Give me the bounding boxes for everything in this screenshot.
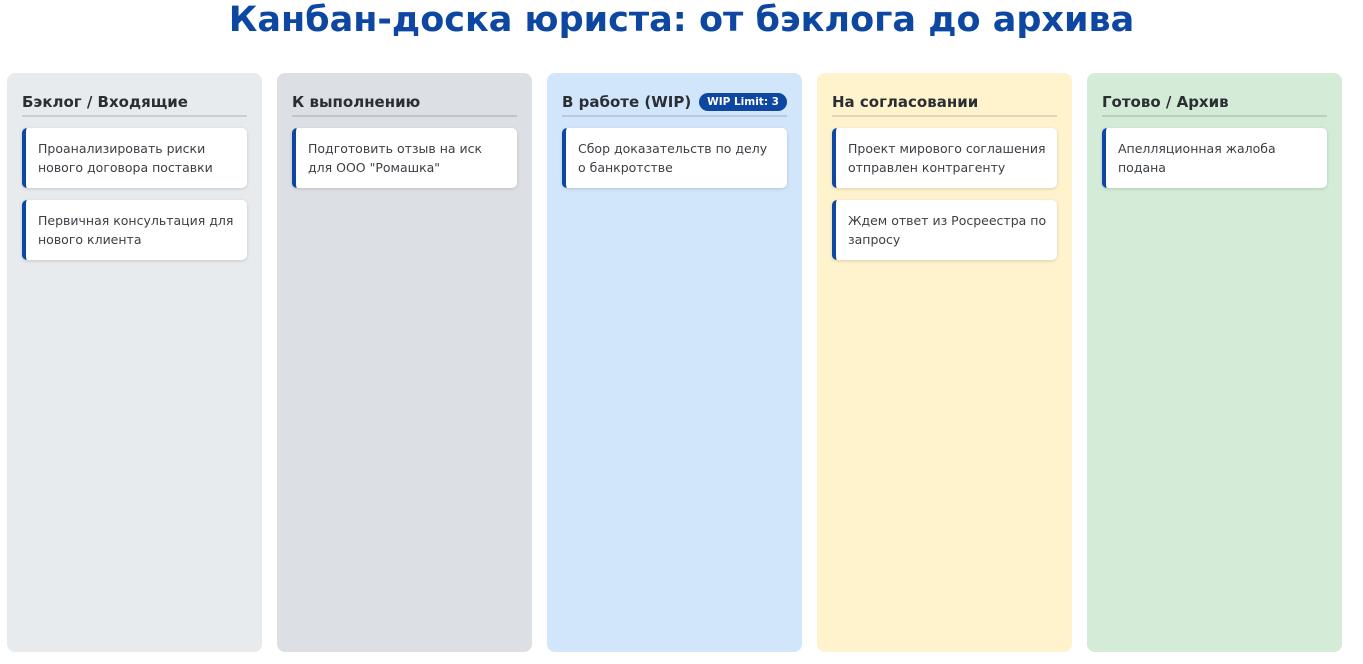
task-card[interactable]: Подготовить отзыв на иск для ООО "Ромашк… xyxy=(292,128,517,188)
task-card[interactable]: Первичная консультация для нового клиент… xyxy=(22,200,247,260)
task-card[interactable]: Проект мирового соглашения отправлен кон… xyxy=(832,128,1057,188)
column-review: На согласовании Проект мирового соглашен… xyxy=(817,73,1072,652)
column-header: В работе (WIP) WIP Limit: 3 xyxy=(562,88,787,117)
column-backlog: Бэклог / Входящие Проанализировать риски… xyxy=(7,73,262,652)
task-card[interactable]: Апелляционная жалоба подана xyxy=(1102,128,1327,188)
column-header: На согласовании xyxy=(832,88,1057,117)
wip-limit-badge: WIP Limit: 3 xyxy=(699,92,787,111)
task-card-text: Апелляционная жалоба подана xyxy=(1118,141,1276,175)
column-title: На согласовании xyxy=(832,92,979,111)
task-card-text: Первичная консультация для нового клиент… xyxy=(38,213,234,247)
task-card-text: Ждем ответ из Росреестра по запросу xyxy=(848,213,1047,247)
column-header: Бэклог / Входящие xyxy=(22,88,247,117)
task-card[interactable]: Сбор доказательств по делу о банкротстве xyxy=(562,128,787,188)
column-todo: К выполнению Подготовить отзыв на иск дл… xyxy=(277,73,532,652)
page-title: Канбан-доска юриста: от бэклога до архив… xyxy=(228,0,1135,40)
column-title: К выполнению xyxy=(292,92,421,111)
task-card-text: Подготовить отзыв на иск для ООО "Ромашк… xyxy=(308,141,483,175)
column-header: Готово / Архив xyxy=(1102,88,1327,117)
column-title: Готово / Архив xyxy=(1102,92,1229,111)
task-card[interactable]: Ждем ответ из Росреестра по запросу xyxy=(832,200,1057,260)
task-card-text: Проект мирового соглашения отправлен кон… xyxy=(848,141,1046,175)
column-title: Бэклог / Входящие xyxy=(22,92,188,111)
column-done: Готово / Архив Апелляционная жалоба пода… xyxy=(1087,73,1342,652)
task-card-text: Сбор доказательств по делу о банкротстве xyxy=(578,141,768,175)
task-card-text: Проанализировать риски нового договора п… xyxy=(38,141,213,175)
kanban-page: Канбан-доска юриста: от бэклога до архив… xyxy=(0,0,1363,664)
task-card[interactable]: Проанализировать риски нового договора п… xyxy=(22,128,247,188)
column-header: К выполнению xyxy=(292,88,517,117)
kanban-board: Бэклог / Входящие Проанализировать риски… xyxy=(7,73,1346,652)
column-in-progress: В работе (WIP) WIP Limit: 3 Сбор доказат… xyxy=(547,73,802,652)
column-title: В работе (WIP) xyxy=(562,92,692,111)
